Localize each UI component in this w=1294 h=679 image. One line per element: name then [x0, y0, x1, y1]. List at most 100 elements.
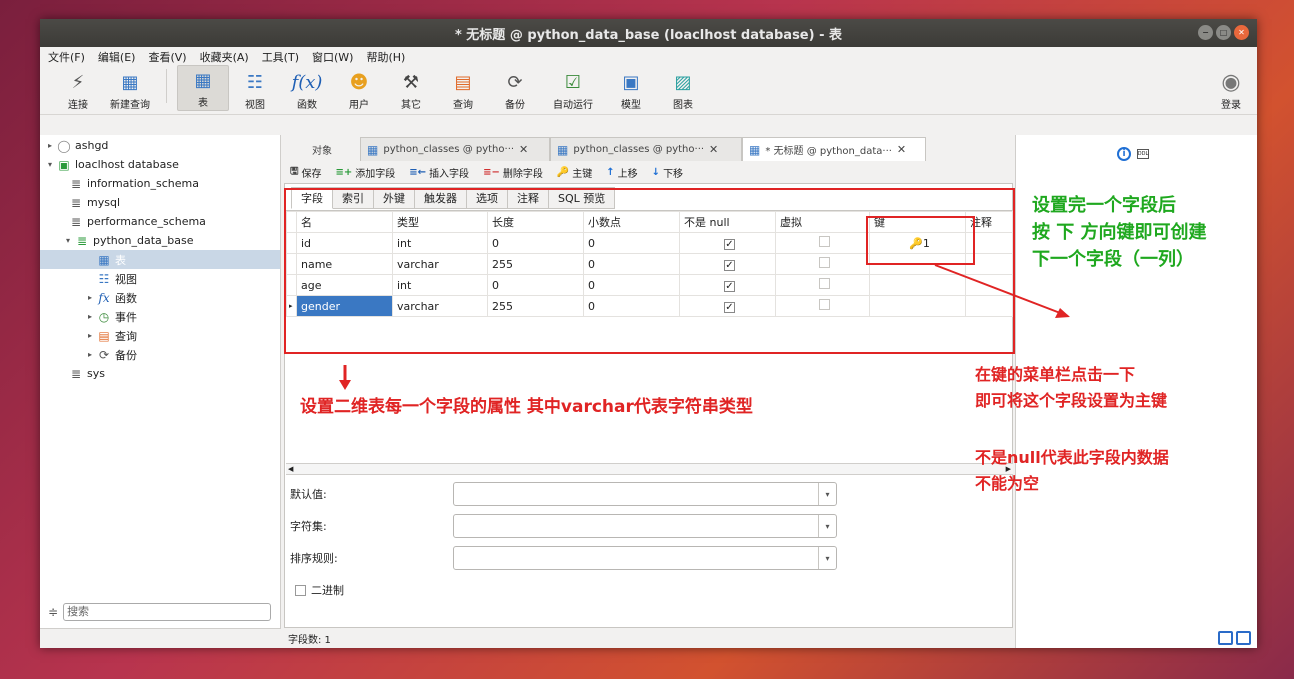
function-icon: fx	[98, 290, 110, 305]
annotation-next-field: 设置完一个字段后 按 下 方向键即可创建 下一个字段（一列）	[1032, 192, 1207, 273]
dropdown-icon[interactable]: ▾	[818, 515, 836, 537]
menu-window[interactable]: 窗口(W)	[312, 49, 353, 65]
charset-select[interactable]: ▾	[453, 514, 837, 538]
annotation-line: 即可将这个字段设置为主键	[975, 391, 1168, 410]
tree-label: loaclhost database	[75, 158, 179, 171]
function-button[interactable]: f(x) 函数	[281, 70, 333, 112]
maximize-button[interactable]: □	[1216, 25, 1231, 40]
query-icon: ▤	[98, 328, 110, 343]
tree-item-mysql[interactable]: ≣ mysql	[40, 193, 280, 212]
tab-label: python_classes @ pytho···	[383, 144, 515, 155]
new-query-button[interactable]: ▦ 新建查询	[104, 70, 156, 112]
add-field-icon: ≡+	[335, 166, 353, 178]
close-tab-icon[interactable]: ✕	[897, 143, 906, 156]
close-tab-icon[interactable]: ✕	[519, 143, 528, 156]
menu-tools[interactable]: 工具(T)	[262, 49, 299, 65]
login-button[interactable]: ◉ 登录	[1205, 70, 1257, 112]
tree-search: ≑ 搜索	[48, 603, 272, 621]
chart-button[interactable]: ▨ 图表	[657, 70, 709, 112]
binary-checkbox[interactable]	[295, 584, 306, 596]
database-icon: ≣	[70, 176, 82, 191]
expand-arrow-icon[interactable]: ▸	[84, 350, 96, 359]
collation-select[interactable]: ▾	[453, 546, 837, 570]
primary-key-button[interactable]: 🔑 主键	[557, 165, 592, 180]
connect-label: 连接	[68, 100, 88, 111]
search-input[interactable]: 搜索	[63, 603, 272, 621]
menu-file[interactable]: 文件(F)	[48, 49, 85, 65]
model-label: 模型	[621, 100, 641, 111]
backup-button[interactable]: ⟳ 备份	[489, 70, 541, 112]
tree-label: mysql	[87, 196, 120, 209]
collapse-arrow-icon[interactable]: ▾	[44, 160, 56, 169]
ddl-icon[interactable]: DDL	[1137, 149, 1149, 159]
tab-objects[interactable]: 对象	[284, 137, 360, 161]
tab-python-classes-1[interactable]: ▦ python_classes @ pytho··· ✕	[360, 137, 550, 161]
menu-view[interactable]: 查看(V)	[148, 49, 186, 65]
new-query-label: 新建查询	[110, 100, 150, 111]
insert-field-button[interactable]: ≡← 插入字段	[409, 165, 469, 180]
tree-label: 查询	[115, 329, 137, 343]
key-icon: 🔑	[556, 166, 570, 178]
tree-item-backups[interactable]: ▸ ⟳ 备份	[40, 345, 280, 364]
default-input[interactable]: ▾	[453, 482, 837, 506]
horizontal-scrollbar[interactable]: ◀ ▶	[286, 463, 1013, 475]
expand-arrow-icon[interactable]: ▸	[84, 293, 96, 302]
menu-help[interactable]: 帮助(H)	[366, 49, 405, 65]
menu-favorites[interactable]: 收藏夹(A)	[200, 49, 249, 65]
user-button[interactable]: ☻ 用户	[333, 70, 385, 112]
layout-left-icon[interactable]	[1218, 631, 1233, 645]
user-icon: ☻	[349, 71, 369, 93]
window-title: * 无标题 @ python_data_base (loaclhost data…	[454, 27, 843, 43]
tree-item-information-schema[interactable]: ≣ information_schema	[40, 174, 280, 193]
save-button[interactable]: 🖫 保存	[290, 164, 322, 181]
close-tab-icon[interactable]: ✕	[709, 143, 718, 156]
dropdown-icon[interactable]: ▾	[818, 483, 836, 505]
tree-item-views[interactable]: ☷ 视图	[40, 269, 280, 288]
collapse-arrow-icon[interactable]: ▾	[62, 236, 74, 245]
expand-arrow-icon[interactable]: ▸	[44, 141, 56, 150]
auto-run-button[interactable]: ☑ 自动运行	[541, 70, 605, 112]
tree-item-queries[interactable]: ▸ ▤ 查询	[40, 326, 280, 345]
tree-label: performance_schema	[87, 215, 206, 228]
scroll-left-icon[interactable]: ◀	[288, 465, 293, 473]
primary-key-label: 主键	[572, 168, 593, 180]
tree-item-functions[interactable]: ▸ fx 函数	[40, 288, 280, 307]
default-label: 默认值:	[290, 488, 327, 501]
arrow-up-icon: ↑	[606, 166, 615, 178]
tree-item-sys[interactable]: ≣ sys	[40, 364, 280, 383]
minimize-button[interactable]: −	[1198, 25, 1213, 40]
move-down-button[interactable]: ↓ 下移	[652, 165, 683, 180]
tree-item-ashgd[interactable]: ▸ ◯ ashgd	[40, 136, 280, 155]
expand-arrow-icon[interactable]: ▸	[84, 312, 96, 321]
clock-icon: ◷	[98, 309, 110, 324]
tree-item-localhost[interactable]: ▾ ▣ loaclhost database	[40, 155, 280, 174]
info-icon[interactable]: i	[1117, 147, 1131, 161]
tab-label: 对象	[312, 145, 332, 157]
tab-label: python_classes @ pytho···	[573, 144, 705, 155]
tab-python-classes-2[interactable]: ▦ python_classes @ pytho··· ✕	[550, 137, 742, 161]
add-field-button[interactable]: ≡+ 添加字段	[336, 165, 396, 180]
tab-untitled[interactable]: ▦ * 无标题 @ python_data··· ✕	[742, 137, 926, 161]
tab-label: * 无标题 @ python_data···	[765, 146, 892, 157]
model-button[interactable]: ▣ 模型	[605, 70, 657, 112]
table-button[interactable]: ▦ 表	[177, 65, 229, 111]
dropdown-icon[interactable]: ▾	[818, 547, 836, 569]
other-button[interactable]: ⚒ 其它	[385, 70, 437, 112]
menu-edit[interactable]: 编辑(E)	[98, 49, 136, 65]
info-panel-tabs: i DDL	[1117, 147, 1149, 161]
annotation-line: 设置完一个字段后	[1032, 195, 1176, 216]
tree-item-python-data-base[interactable]: ▾ ≣ python_data_base	[40, 231, 280, 250]
tree-item-performance-schema[interactable]: ≣ performance_schema	[40, 212, 280, 231]
close-button[interactable]: ✕	[1234, 25, 1249, 40]
tree-item-events[interactable]: ▸ ◷ 事件	[40, 307, 280, 326]
sidebar-status	[40, 628, 281, 648]
move-up-button[interactable]: ↑ 上移	[606, 165, 637, 180]
connect-button[interactable]: ⚡ 连接	[52, 70, 104, 112]
tree-item-tables[interactable]: ▦ 表	[40, 250, 280, 269]
delete-field-button[interactable]: ≡− 删除字段	[483, 165, 543, 180]
expand-arrow-icon[interactable]: ▸	[84, 331, 96, 340]
query-button[interactable]: ▤ 查询	[437, 70, 489, 112]
view-button[interactable]: ☷ 视图	[229, 70, 281, 112]
layout-right-icon[interactable]	[1236, 631, 1251, 645]
annotation-line: 不是null代表此字段内数据	[975, 448, 1169, 467]
